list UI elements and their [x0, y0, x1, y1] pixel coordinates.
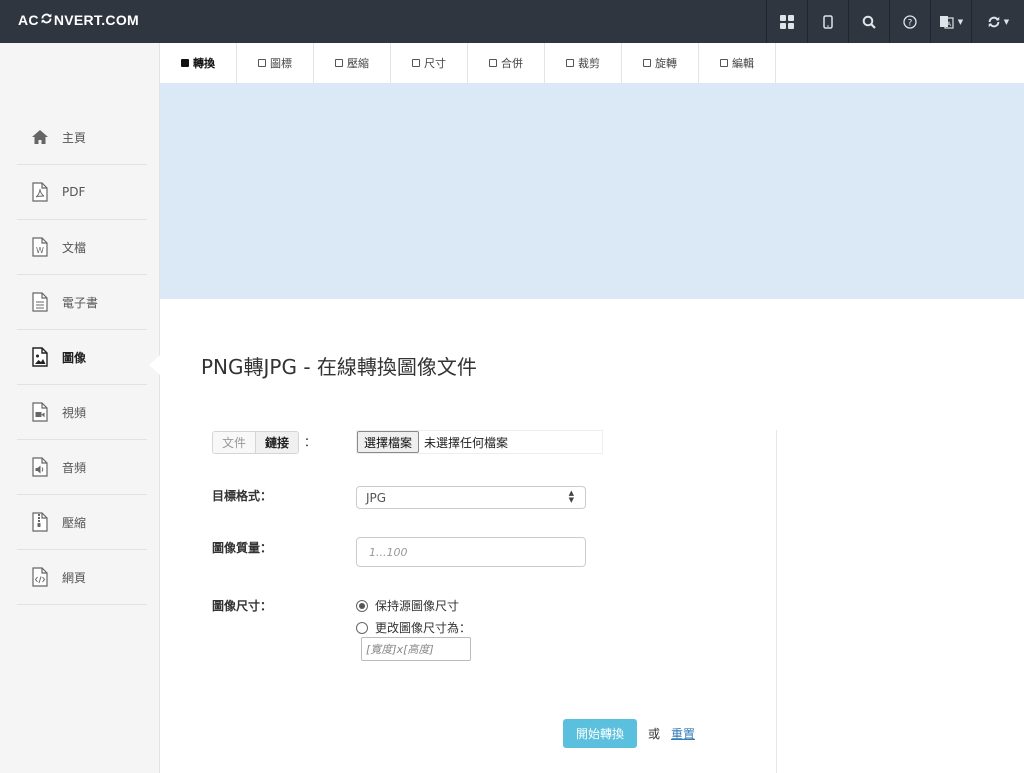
grid-icon[interactable]: [766, 0, 807, 43]
sidebar-item-label: 網頁: [62, 570, 87, 585]
tab-label: 編輯: [732, 57, 754, 70]
sidebar-item-label: PDF: [62, 185, 86, 199]
image-icon: [30, 346, 50, 368]
tab-compress[interactable]: 壓縮: [314, 43, 391, 83]
chevron-down-icon: ▼: [957, 17, 964, 26]
format-select[interactable]: JPG ▲ ▼: [356, 486, 586, 509]
size-keep-label: 保持源圖像尺寸: [375, 599, 460, 613]
logo-text-right: NVERT.COM: [53, 12, 139, 28]
help-icon[interactable]: ?: [889, 0, 930, 43]
sidebar-item-label: 視頻: [62, 405, 87, 420]
word-document-icon: W: [30, 236, 50, 258]
tab-label: 旋轉: [655, 57, 677, 70]
radio-button[interactable]: [356, 621, 368, 634]
page-title: PNG轉JPG - 在線轉換圖像文件: [201, 355, 477, 379]
sidebar-item-pdf[interactable]: PDF: [17, 165, 147, 220]
size-label: 圖像尺寸：: [212, 599, 273, 613]
checkbox-icon: [643, 59, 651, 67]
size-input[interactable]: [寬度]x[高度]: [361, 637, 471, 661]
refresh-icon[interactable]: ▼: [971, 0, 1024, 43]
tab-convert[interactable]: 轉換: [160, 43, 237, 83]
tab-crop[interactable]: 裁剪: [545, 43, 622, 83]
tool-tabs: 轉換 圖標 壓縮 尺寸 合併 裁剪 旋轉 編輯: [160, 43, 776, 83]
format-select-value: JPG: [366, 490, 387, 505]
file-input[interactable]: 選擇檔案 未選擇任何檔案: [356, 430, 603, 454]
search-icon[interactable]: [848, 0, 889, 43]
audio-icon: [30, 456, 50, 478]
tab-label: 合併: [501, 57, 523, 70]
svg-text:A: A: [947, 21, 952, 28]
tab-edit[interactable]: 編輯: [699, 43, 776, 83]
sidebar-item-image[interactable]: 圖像: [17, 330, 147, 385]
sidebar-item-label: 文檔: [62, 240, 87, 255]
checkbox-icon: [566, 59, 574, 67]
sidebar-item-label: 音頻: [62, 460, 87, 475]
language-icon[interactable]: A ▼: [930, 0, 971, 43]
checkbox-icon: [181, 59, 189, 67]
size-change-option[interactable]: 更改圖像尺寸為：: [356, 619, 471, 636]
source-tab-file[interactable]: 文件: [213, 432, 257, 453]
radio-button[interactable]: [356, 599, 368, 612]
tablet-icon[interactable]: [807, 0, 848, 43]
checkbox-icon: [258, 59, 266, 67]
source-colon: ：: [304, 435, 317, 449]
reset-link[interactable]: 重置: [671, 725, 695, 742]
tab-label: 壓縮: [347, 57, 369, 70]
tab-merge[interactable]: 合併: [468, 43, 545, 83]
size-keep-option[interactable]: 保持源圖像尺寸: [356, 597, 459, 614]
sidebar-item-home[interactable]: 主頁: [17, 110, 147, 165]
updown-arrows-icon: ▲ ▼: [568, 489, 574, 504]
logo-text-left: AC: [18, 12, 39, 28]
or-text: 或: [648, 727, 661, 741]
quality-label: 圖像質量：: [212, 541, 273, 555]
start-convert-button[interactable]: 開始轉換: [563, 719, 637, 748]
tab-label: 尺寸: [424, 57, 446, 70]
tab-rotate[interactable]: 旋轉: [622, 43, 699, 83]
sidebar-item-label: 壓縮: [62, 515, 87, 530]
video-icon: [30, 401, 50, 423]
top-navbar: AC NVERT.COM ? A ▼ ▼: [0, 0, 1024, 43]
format-label: 目標格式：: [212, 489, 273, 503]
sidebar-item-label: 圖像: [62, 350, 87, 365]
choose-file-button[interactable]: 選擇檔案: [357, 431, 420, 453]
sidebar-item-webpage[interactable]: 網頁: [17, 550, 147, 605]
svg-text:W: W: [36, 246, 44, 255]
archive-icon: [30, 511, 50, 533]
file-status: 未選擇任何檔案: [424, 435, 509, 450]
source-tab-link[interactable]: 鏈接: [256, 432, 299, 453]
sidebar-item-ebook[interactable]: 電子書: [17, 275, 147, 330]
tab-resize[interactable]: 尺寸: [391, 43, 468, 83]
sidebar-item-video[interactable]: 視頻: [17, 385, 147, 440]
chevron-down-icon: ▼: [1003, 17, 1010, 26]
active-indicator-arrow: [149, 355, 160, 375]
checkbox-icon: [489, 59, 497, 67]
checkbox-icon: [335, 59, 343, 67]
ad-banner: [160, 83, 1024, 299]
sidebar-item-archive[interactable]: 壓縮: [17, 495, 147, 550]
svg-text:?: ?: [908, 18, 913, 28]
home-icon: [30, 126, 50, 148]
logo[interactable]: AC NVERT.COM: [18, 12, 139, 28]
quality-input[interactable]: 1...100: [356, 537, 586, 567]
size-change-label: 更改圖像尺寸為：: [375, 621, 472, 635]
sidebar-item-document[interactable]: W 文檔: [17, 220, 147, 275]
webpage-icon: [30, 566, 50, 588]
sidebar-item-label: 主頁: [62, 130, 87, 145]
sidebar-item-audio[interactable]: 音頻: [17, 440, 147, 495]
ebook-icon: [30, 291, 50, 313]
tab-label: 圖標: [270, 57, 292, 70]
source-toggle: 文件 鏈接: [212, 431, 300, 454]
checkbox-icon: [412, 59, 420, 67]
divider: [776, 430, 777, 773]
tab-label: 轉換: [193, 57, 215, 70]
pdf-icon: [30, 181, 50, 203]
sidebar: 主頁 PDF W 文檔 電子書 圖像 視頻 音頻 壓縮 網頁: [0, 43, 160, 773]
logo-refresh-icon: [40, 12, 53, 28]
checkbox-icon: [720, 59, 728, 67]
tab-label: 裁剪: [578, 57, 600, 70]
sidebar-item-label: 電子書: [62, 295, 99, 310]
tab-icon[interactable]: 圖標: [237, 43, 314, 83]
